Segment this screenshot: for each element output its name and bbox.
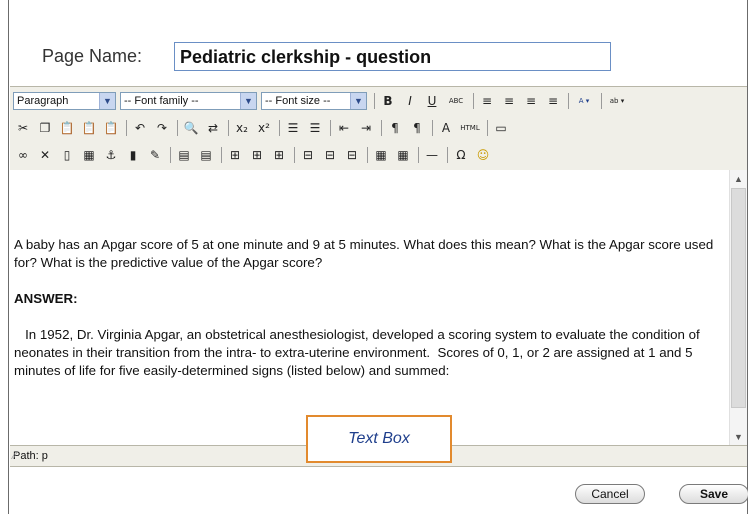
cancel-button[interactable]: Cancel [575, 484, 645, 504]
bold-button[interactable]: B [378, 91, 398, 111]
toolbar-separator [432, 120, 433, 136]
editor-content-area[interactable]: A baby has an Apgar score of 5 at one mi… [10, 170, 747, 446]
align-right-button[interactable]: ≡ [521, 91, 541, 111]
toolbar-separator [170, 147, 171, 163]
table-props-icon[interactable]: ▤ [196, 145, 216, 165]
toolbar-separator [228, 120, 229, 136]
page-name-row: Page Name: Pediatric clerkship - questio… [9, 40, 748, 74]
grid-icon[interactable]: ▦ [371, 145, 391, 165]
toolbar-separator [294, 147, 295, 163]
save-button[interactable]: Save [679, 484, 748, 504]
justify-button[interactable]: ≡ [543, 91, 563, 111]
toolbar-row-3: ∞ ✕ ▯ ▦ ⚓ ▮ ✎ ▤ ▤ ⊞ ⊞ ⊞ ⊟ ⊟ ⊟ ▦ ▦ — Ω ☺ [13, 144, 495, 166]
editor-toolbar: Paragraph ▼ -- Font family -- ▼ -- Font … [10, 86, 747, 172]
table-icon[interactable]: ▤ [174, 145, 194, 165]
align-left-button[interactable]: ≡ [477, 91, 497, 111]
font-size-select-value: -- Font size -- [265, 95, 331, 107]
paste-text-icon[interactable]: 📋 [79, 118, 99, 138]
anchor-icon[interactable]: ⚓ [101, 145, 121, 165]
chevron-down-icon: ▼ [350, 93, 366, 109]
toolbar-separator [447, 147, 448, 163]
chevron-down-icon: ▼ [240, 93, 256, 109]
replace-icon[interactable]: ⇄ [203, 118, 223, 138]
omega-icon[interactable]: Ω [451, 145, 471, 165]
smiley-icon[interactable]: ☺ [473, 145, 493, 165]
page-name-label: Page Name: [42, 46, 143, 66]
toolbar-separator [126, 120, 127, 136]
fullscreen-icon[interactable]: ▭ [491, 118, 511, 138]
media-icon[interactable]: ▦ [79, 145, 99, 165]
editor-content: A baby has an Apgar score of 5 at one mi… [14, 236, 730, 398]
page-name-input[interactable]: Pediatric clerkship - question [174, 42, 611, 71]
redo-icon[interactable]: ↷ [152, 118, 172, 138]
merge-icon[interactable]: ⊟ [298, 145, 318, 165]
toolbar-separator [487, 120, 488, 136]
font-size-select[interactable]: -- Font size -- ▼ [261, 92, 367, 110]
toolbar-separator [381, 120, 382, 136]
split-icon[interactable]: ⊟ [320, 145, 340, 165]
editor-window: Page Name: Pediatric clerkship - questio… [8, 0, 748, 514]
row-after-icon[interactable]: ⊞ [247, 145, 267, 165]
scroll-down-icon[interactable]: ▼ [730, 428, 747, 445]
toolbar-separator [473, 93, 474, 109]
format-select[interactable]: Paragraph ▼ [13, 92, 116, 110]
subscript-button[interactable]: x₂ [232, 118, 252, 138]
highlight-button[interactable]: ab ▾ [605, 91, 629, 111]
strikethrough-button[interactable]: ABC [444, 91, 468, 111]
numbered-list-icon[interactable]: ☰ [305, 118, 325, 138]
font-family-select-value: -- Font family -- [124, 95, 199, 107]
scroll-up-icon[interactable]: ▲ [730, 170, 747, 187]
html-button[interactable]: HTML [458, 118, 482, 138]
row-before-icon[interactable]: ⊞ [225, 145, 245, 165]
chevron-down-icon: ▼ [99, 93, 115, 109]
toolbar-row-1: Paragraph ▼ -- Font family -- ▼ -- Font … [13, 90, 631, 112]
rtl-icon[interactable]: ¶ [407, 118, 427, 138]
toolbar-row-2: ✂ ❐ 📋 📋 📋 ↶ ↷ 🔍 ⇄ x₂ x² ☰ ☰ ⇤ ⇥ ¶ ¶ A HTML ▭ [13, 117, 513, 139]
text-box-callout: Text Box [306, 415, 452, 463]
grid2-icon[interactable]: ▦ [393, 145, 413, 165]
indent-icon[interactable]: ⇥ [356, 118, 376, 138]
toolbar-separator [367, 147, 368, 163]
toolbar-separator [177, 120, 178, 136]
bullet-list-icon[interactable]: ☰ [283, 118, 303, 138]
unlink-icon[interactable]: ✕ [35, 145, 55, 165]
cut-icon[interactable]: ✂ [13, 118, 33, 138]
scrollbar-thumb[interactable] [731, 188, 746, 408]
italic-button[interactable]: I [400, 91, 420, 111]
paste-icon[interactable]: 📋 [57, 118, 77, 138]
link-icon[interactable]: ∞ [13, 145, 33, 165]
styles-icon[interactable]: A [436, 118, 456, 138]
toolbar-separator [221, 147, 222, 163]
answer-heading: ANSWER: [14, 291, 78, 306]
ltr-icon[interactable]: ¶ [385, 118, 405, 138]
image-icon[interactable]: ▯ [57, 145, 77, 165]
format-select-value: Paragraph [17, 95, 69, 107]
edit-icon[interactable]: ✎ [145, 145, 165, 165]
copy-icon[interactable]: ❐ [35, 118, 55, 138]
answer-paragraph: In 1952, Dr. Virginia Apgar, an obstetri… [14, 327, 704, 378]
undo-icon[interactable]: ↶ [130, 118, 150, 138]
outdent-icon[interactable]: ⇤ [334, 118, 354, 138]
question-paragraph: A baby has an Apgar score of 5 at one mi… [14, 237, 714, 270]
toolbar-separator [279, 120, 280, 136]
cell-icon[interactable]: ⊟ [342, 145, 362, 165]
toolbar-separator [330, 120, 331, 136]
toolbar-separator [418, 147, 419, 163]
toolbar-separator [374, 93, 375, 109]
toolbar-separator [601, 93, 602, 109]
find-icon[interactable]: 🔍 [181, 118, 201, 138]
underline-button[interactable]: U [422, 91, 442, 111]
hr-icon[interactable]: — [422, 145, 442, 165]
editor-scrollbar[interactable]: ▲ ▼ [729, 170, 747, 445]
col-icon[interactable]: ⊞ [269, 145, 289, 165]
align-center-button[interactable]: ≡ [499, 91, 519, 111]
font-color-button[interactable]: A ▾ [572, 91, 596, 111]
superscript-button[interactable]: x² [254, 118, 274, 138]
paste-word-icon[interactable]: 📋 [101, 118, 121, 138]
toolbar-separator [568, 93, 569, 109]
file-icon[interactable]: ▮ [123, 145, 143, 165]
font-family-select[interactable]: -- Font family -- ▼ [120, 92, 257, 110]
